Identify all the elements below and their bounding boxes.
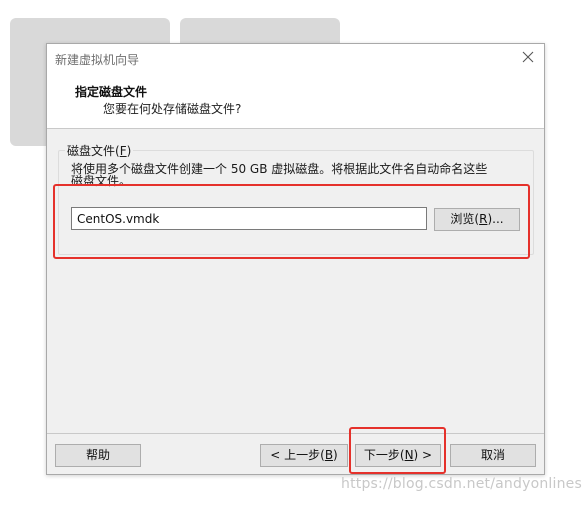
page-title: 指定磁盘文件: [75, 85, 148, 99]
next-button[interactable]: 下一步(N) >: [355, 444, 441, 467]
page-subtitle: 您要在何处存储磁盘文件?: [103, 102, 242, 116]
watermark: https://blog.csdn.net/andyonlines: [341, 476, 582, 492]
close-icon[interactable]: [520, 49, 536, 65]
back-button[interactable]: < 上一步(B): [260, 444, 348, 467]
disk-file-label: 磁盘文件(F): [65, 142, 134, 159]
disk-file-input[interactable]: [71, 207, 427, 230]
help-button[interactable]: 帮助: [55, 444, 141, 467]
disk-file-description: 将使用多个磁盘文件创建一个 50 GB 虚拟磁盘。将根据此文件名自动命名这些磁盘…: [71, 162, 488, 188]
new-vm-wizard-dialog: 新建虚拟机向导 指定磁盘文件 您要在何处存储磁盘文件? 磁盘文件(F) 将使用多…: [46, 43, 545, 475]
browse-button[interactable]: 浏览(R)...: [434, 208, 520, 231]
footer-divider: [47, 433, 544, 434]
cancel-button[interactable]: 取消: [450, 444, 536, 467]
window-title: 新建虚拟机向导: [55, 53, 140, 67]
title-bar: 新建虚拟机向导: [47, 44, 544, 72]
wizard-header: 指定磁盘文件 您要在何处存储磁盘文件?: [47, 72, 544, 129]
